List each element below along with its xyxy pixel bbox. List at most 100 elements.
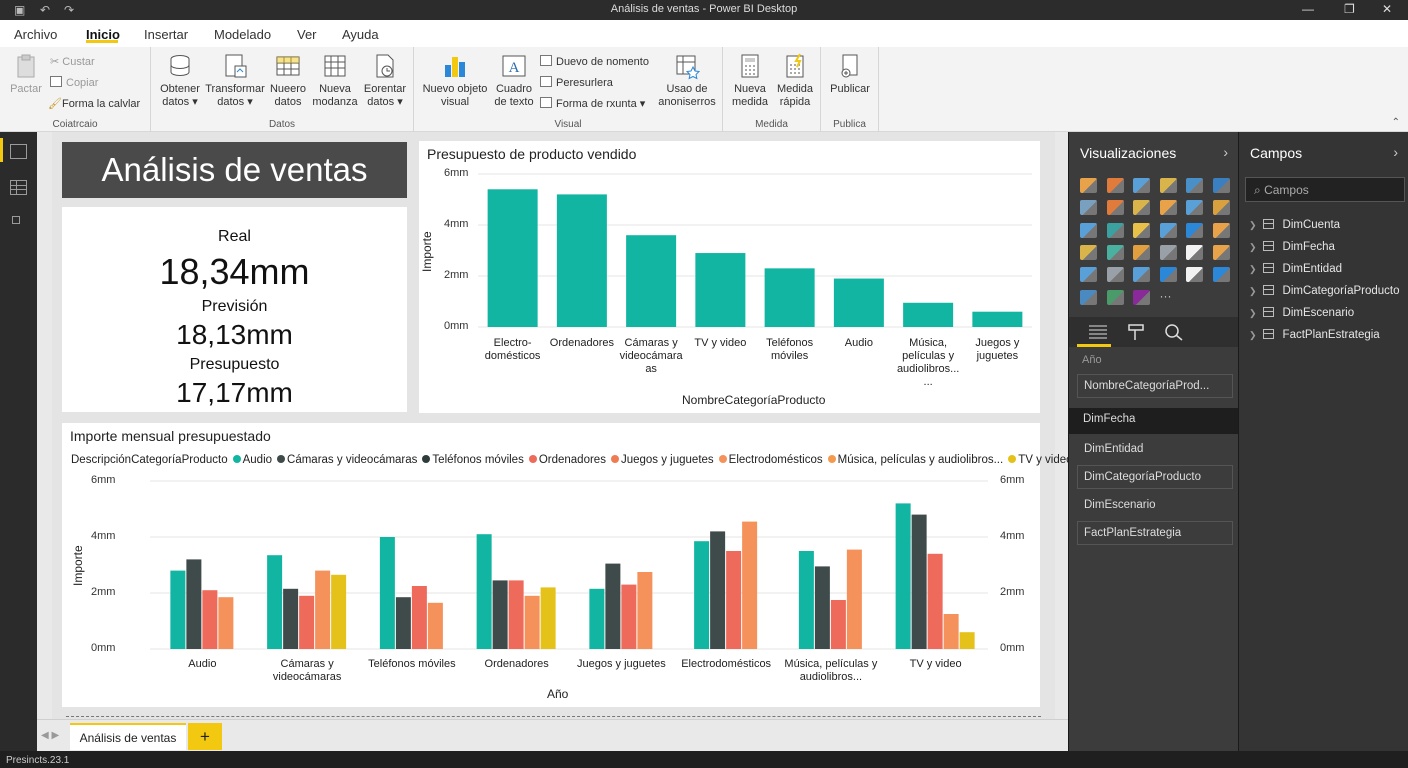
visual-type-icon[interactable] [1106, 200, 1124, 216]
page-nav-arrows[interactable]: ◀ ▶ [41, 730, 59, 741]
visual-type-icon[interactable] [1159, 222, 1177, 238]
visual-type-icon[interactable] [1133, 289, 1150, 305]
visual-type-icon[interactable] [1133, 200, 1150, 216]
visual-type-icon[interactable] [1212, 244, 1230, 260]
new-measure-button[interactable]: Nueva medida [729, 53, 771, 109]
visual-type-icon[interactable] [1106, 222, 1124, 238]
menu-modelado[interactable]: Modelado [214, 27, 271, 42]
visual-type-icon[interactable] [1159, 267, 1177, 283]
field-table[interactable]: ❯ FactPlanEstrategia [1249, 329, 1380, 341]
add-page-button[interactable]: + [188, 723, 222, 750]
kpi-card[interactable]: Real 18,34mm Previsión 18,13mm Presupues… [62, 207, 407, 412]
usage-button[interactable]: Usao de anoniserros [654, 53, 720, 109]
visual-type-icon[interactable] [1186, 267, 1203, 283]
fields-search-input[interactable]: ⌕ Campos [1245, 177, 1405, 202]
expand-chevron-icon[interactable]: ❯ [1249, 264, 1257, 274]
page-tab-analisis[interactable]: Análisis de ventas [70, 723, 186, 750]
visual-type-icon[interactable] [1080, 178, 1097, 193]
visual-type-icon[interactable] [1080, 244, 1097, 260]
textbox-button[interactable]: A Cuadro de texto [492, 53, 536, 109]
expand-chevron-icon[interactable]: ❯ [1249, 308, 1257, 318]
transform-data-button[interactable]: Transformar datos ▾ [204, 53, 266, 109]
field-table[interactable]: ❯ DimEscenario [1249, 307, 1354, 319]
visual-type-icon[interactable] [1080, 222, 1097, 238]
analytics-tab-icon[interactable] [1164, 323, 1184, 341]
legend-item[interactable]: Juegos y juguetes [606, 454, 714, 466]
maximize-button[interactable]: ❐ [1344, 2, 1355, 16]
visual-type-icon[interactable] [1212, 267, 1230, 283]
format-painter-button[interactable]: 🖌Forma la calvlar [48, 97, 140, 110]
visual-type-icon[interactable] [1159, 178, 1177, 193]
visual-type-icon[interactable] [1106, 244, 1124, 260]
visual-type-icon[interactable] [1133, 244, 1150, 260]
visual-type-icon[interactable] [1186, 244, 1203, 260]
expand-chevron-icon[interactable]: ❯ [1249, 330, 1257, 340]
field-table[interactable]: ❯ DimCuenta [1249, 219, 1340, 231]
collapse-fields-icon[interactable]: › [1393, 144, 1398, 160]
quick-measure-button[interactable]: Medida rápida [773, 53, 817, 109]
menu-ver[interactable]: Ver [297, 27, 317, 42]
expand-chevron-icon[interactable]: ❯ [1249, 242, 1257, 252]
legend-item[interactable]: Audio [228, 454, 272, 466]
visual-type-icon[interactable] [1212, 178, 1230, 193]
visual-type-icon[interactable] [1186, 200, 1203, 216]
buttons-button[interactable]: Peresurlera [540, 76, 613, 89]
visual-type-icon[interactable] [1159, 244, 1177, 260]
visual-type-icon[interactable] [1106, 267, 1124, 283]
refresh-data-button[interactable]: Eorentar datos ▾ [359, 53, 411, 109]
visual-type-icon[interactable] [1080, 200, 1097, 216]
well-dimentidad[interactable]: DimEntidad [1077, 437, 1233, 461]
new-visual-button[interactable]: Nuevo objeto visual [420, 53, 490, 109]
visual-type-icon[interactable] [1133, 267, 1150, 283]
visual-type-icon[interactable] [1186, 178, 1203, 193]
cut-button[interactable]: ✂ Custar [50, 55, 95, 68]
well-dimcategoria[interactable]: DimCategoríaProducto [1077, 465, 1233, 489]
field-table[interactable]: ❯ DimEntidad [1249, 263, 1342, 275]
legend-item[interactable]: Cámaras y videocámaras [272, 454, 417, 466]
well-dimescenario[interactable]: DimEscenario [1077, 493, 1233, 517]
visual-type-icon[interactable] [1133, 178, 1150, 193]
visual-type-icon[interactable] [1106, 289, 1124, 305]
visual-type-icon[interactable] [1106, 178, 1124, 193]
visual-type-icon[interactable] [1080, 289, 1097, 305]
menu-archivo[interactable]: Archivo [14, 27, 57, 42]
field-table[interactable]: ❯ DimFecha [1249, 241, 1335, 253]
shapes-button[interactable]: Forma de rxunta ▾ [540, 97, 645, 110]
copy-button[interactable]: Copiar [50, 76, 98, 89]
visual-type-icon[interactable] [1159, 200, 1177, 216]
expand-chevron-icon[interactable]: ❯ [1249, 220, 1257, 230]
paste-button[interactable]: Pactar [8, 53, 44, 96]
more-visuals-icon[interactable]: ··· [1160, 289, 1172, 303]
expand-chevron-icon[interactable]: ❯ [1249, 286, 1257, 296]
format-tab-icon[interactable] [1126, 323, 1146, 341]
model-view-icon[interactable] [12, 216, 20, 224]
menu-insertar[interactable]: Insertar [144, 27, 188, 42]
new-data-button[interactable]: Nueero datos [267, 53, 309, 109]
report-view-icon[interactable] [10, 144, 27, 159]
visual-type-icon[interactable] [1186, 222, 1203, 238]
data-view-icon[interactable] [10, 180, 27, 195]
visual-type-icon[interactable] [1212, 200, 1230, 216]
close-button[interactable]: ✕ [1382, 2, 1392, 16]
well-factplan[interactable]: FactPlanEstrategia [1077, 521, 1233, 545]
legend-item[interactable]: Teléfonos móviles [417, 454, 524, 466]
legend-item[interactable]: Ordenadores [524, 454, 606, 466]
publish-button[interactable]: Publicar [827, 53, 873, 96]
visual-type-icon[interactable] [1133, 222, 1150, 238]
new-model-button[interactable]: Nueva modanza [311, 53, 359, 109]
legend-item[interactable]: Música, películas y audiolibros... [823, 454, 1003, 466]
visual-type-icon[interactable] [1212, 222, 1230, 238]
collapse-visualizations-icon[interactable]: › [1223, 144, 1228, 160]
collapse-ribbon-icon[interactable]: ⌃ [1392, 117, 1400, 128]
legend-item[interactable]: TV y video [1003, 454, 1073, 466]
fields-tab-icon[interactable] [1088, 324, 1108, 340]
visual-type-icon[interactable] [1080, 267, 1097, 283]
well-dimfecha[interactable]: DimFecha [1069, 408, 1239, 434]
legend-item[interactable]: Electrodomésticos [714, 454, 823, 466]
field-table[interactable]: ❯ DimCategoríaProducto [1249, 285, 1400, 297]
new-element-button[interactable]: Duevo de nomento [540, 55, 649, 68]
menu-ayuda[interactable]: Ayuda [342, 27, 379, 42]
get-data-button[interactable]: Obtener datos ▾ [157, 53, 203, 109]
minimize-button[interactable]: — [1302, 2, 1314, 16]
well-category[interactable]: NombreCategoríaProd... [1077, 374, 1233, 398]
